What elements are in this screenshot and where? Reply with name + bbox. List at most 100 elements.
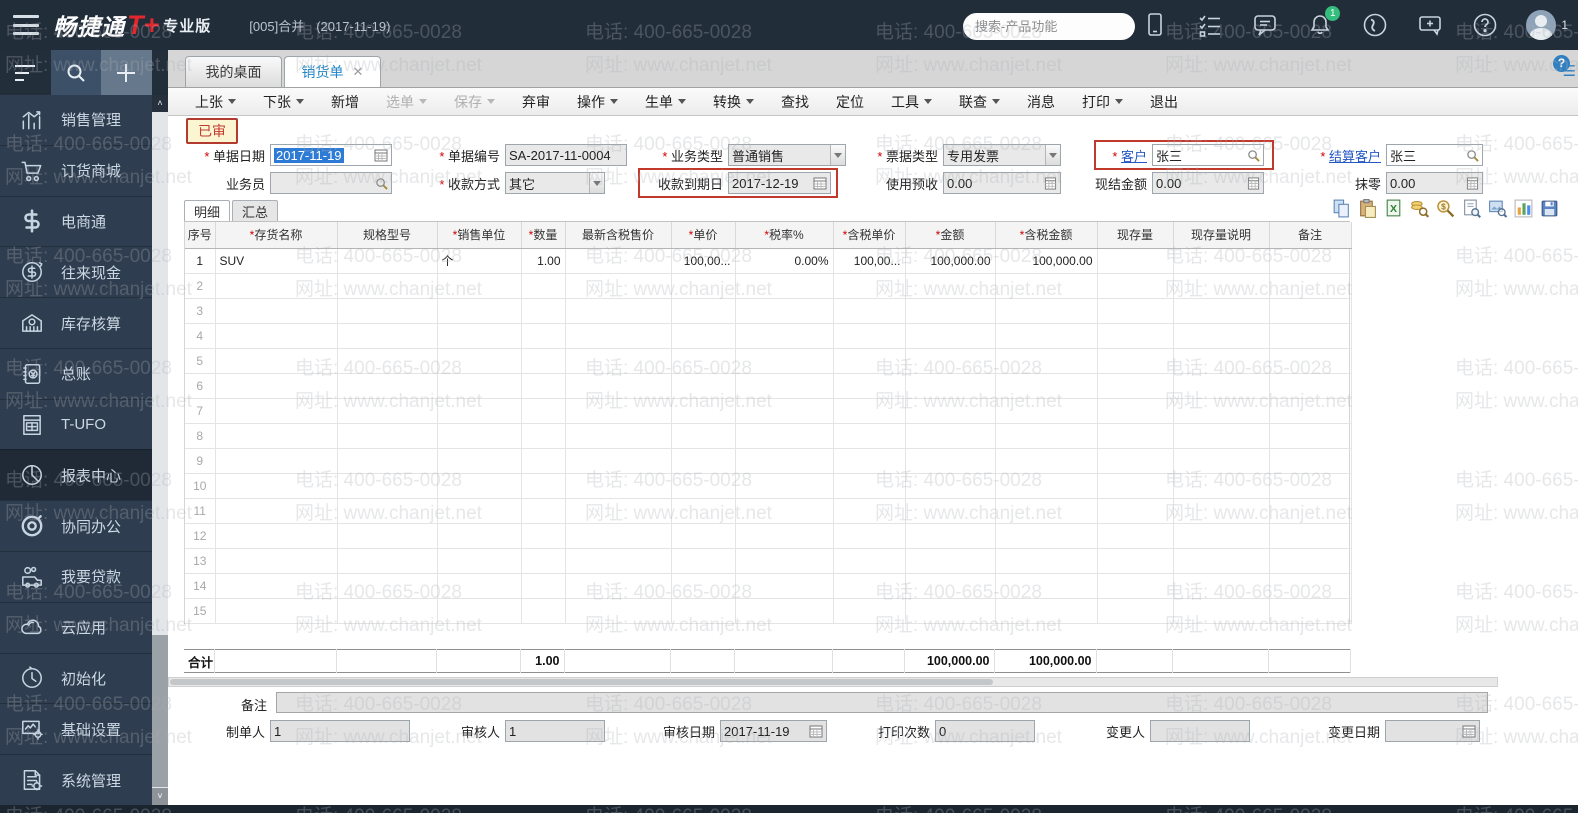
grid-cell[interactable]: 0.00% xyxy=(735,248,834,274)
grid-cell[interactable] xyxy=(1097,248,1174,274)
copy-icon[interactable] xyxy=(1331,198,1352,219)
grid-empty-row[interactable]: 12 xyxy=(185,523,1352,549)
grid-empty-row[interactable]: 9 xyxy=(185,448,1352,474)
sidebar-add-icon[interactable] xyxy=(101,50,152,95)
cash-settle-input[interactable]: 0.00 xyxy=(1152,172,1264,194)
lookup-icon[interactable] xyxy=(375,177,388,190)
footer-field-input[interactable]: 2017-11-19 xyxy=(720,720,827,742)
sidebar-item-12[interactable]: 初始化 xyxy=(0,652,152,704)
toolbar-item[interactable]: 消息 xyxy=(1027,92,1055,112)
toolbar-item[interactable]: 定位 xyxy=(836,92,864,112)
sidebar-item-13[interactable]: 基础设置 xyxy=(0,703,152,754)
sidebar-item-10[interactable]: 我要贷款 xyxy=(0,551,152,602)
tab-sales-order[interactable]: 销货单 ✕ xyxy=(284,56,381,87)
grid-empty-row[interactable]: 14 xyxy=(185,573,1352,599)
grid-empty-row[interactable]: 11 xyxy=(185,498,1352,524)
grid-cell[interactable]: 100,00... xyxy=(671,248,736,274)
toolbar-item[interactable]: 生单 xyxy=(645,92,686,112)
sidebar-item-8[interactable]: 报表中心 xyxy=(0,449,168,501)
grid-tab-明细[interactable]: 明细 xyxy=(184,200,231,221)
grid-cell[interactable]: SUV xyxy=(215,248,338,274)
grid-empty-row[interactable]: 6 xyxy=(185,373,1352,399)
toolbar-item[interactable]: 弃审 xyxy=(522,92,550,112)
tab-my-desktop[interactable]: 我的桌面 xyxy=(185,56,282,87)
customer-input[interactable]: 张三 xyxy=(1152,144,1264,166)
grid-cell[interactable]: 个 xyxy=(437,248,522,274)
remark-input[interactable] xyxy=(276,692,1488,713)
mobile-app-icon[interactable] xyxy=(1141,11,1169,39)
sidebar-item-1[interactable]: 销售管理 xyxy=(0,95,152,145)
invoice-type-select[interactable]: 专用发票 xyxy=(943,144,1061,166)
export-excel-icon[interactable]: X xyxy=(1383,198,1404,219)
grid-data-row[interactable]: 1 SUV 个 1.00 100,00... 0.00% 100,00... 100,000.… xyxy=(185,248,1352,274)
settle-customer-label[interactable]: 结算客户 xyxy=(1308,146,1386,165)
toolbar-item[interactable]: 下张 xyxy=(263,92,304,112)
scroll-up-arrow[interactable]: ˄ xyxy=(152,95,168,112)
main-menu-icon[interactable] xyxy=(13,15,39,35)
calendar-icon[interactable] xyxy=(1462,724,1476,738)
settle-customer-input[interactable]: 张三 xyxy=(1386,144,1483,166)
sidebar-item-11[interactable]: 云应用 xyxy=(0,601,152,653)
toolbar-item[interactable]: 上张 xyxy=(195,92,236,112)
footer-field-input[interactable] xyxy=(1150,720,1250,742)
doc-no-input[interactable]: SA-2017-11-0004 xyxy=(505,144,627,166)
dropdown-arrow-icon[interactable] xyxy=(589,173,604,193)
toolbar-item[interactable]: 操作 xyxy=(577,92,618,112)
grid-empty-row[interactable]: 10 xyxy=(185,473,1352,499)
toolbar-item[interactable]: 新增 xyxy=(331,92,359,112)
grid-tab-汇总[interactable]: 汇总 xyxy=(232,200,279,221)
product-search-box[interactable] xyxy=(963,13,1151,40)
price-lookup-icon[interactable] xyxy=(1409,198,1430,219)
toolbar-item[interactable]: 打印 xyxy=(1082,92,1123,112)
toolbar-item[interactable]: 工具 xyxy=(891,92,932,112)
grid-empty-row[interactable]: 8 xyxy=(185,423,1352,449)
salesman-input[interactable] xyxy=(270,172,392,194)
grid-cell[interactable]: 100,000.00 xyxy=(905,248,996,274)
lookup-icon[interactable] xyxy=(1247,149,1260,162)
grid-cell[interactable] xyxy=(337,248,438,274)
feedback-icon[interactable] xyxy=(1416,11,1444,39)
customer-label[interactable]: 客户 xyxy=(1100,146,1152,165)
grid-cell[interactable]: 100,000.00 xyxy=(995,248,1098,274)
calendar-icon[interactable] xyxy=(809,724,823,738)
sidebar-item-7[interactable]: T-UFO xyxy=(0,398,152,450)
image-preview-icon[interactable] xyxy=(1487,198,1508,219)
tab-close-icon[interactable]: ✕ xyxy=(353,64,364,80)
footer-field-input[interactable]: 0 xyxy=(935,720,1035,742)
toolbar-item[interactable]: 联查 xyxy=(959,92,1000,112)
grid-empty-row[interactable]: 7 xyxy=(185,398,1352,424)
sidebar-item-2[interactable]: 订货商城 xyxy=(0,144,152,196)
footer-field-input[interactable] xyxy=(1385,720,1480,742)
calculator-icon[interactable] xyxy=(1466,176,1479,190)
sidebar-item-3[interactable]: 电商通 xyxy=(0,195,152,247)
grid-empty-row[interactable]: 2 xyxy=(185,273,1352,299)
grid-cell[interactable]: 100,00... xyxy=(833,248,906,274)
grid-empty-row[interactable]: 15 xyxy=(185,598,1352,624)
grid-cell[interactable] xyxy=(1173,248,1270,274)
grid-cell[interactable]: 1 xyxy=(185,248,216,274)
amount-lookup-icon[interactable]: $ xyxy=(1435,198,1456,219)
toolbar-item[interactable]: 退出 xyxy=(1150,92,1178,112)
rounding-input[interactable]: 0.00 xyxy=(1386,172,1483,194)
grid-cell[interactable] xyxy=(1269,248,1352,274)
hscroll-thumb[interactable] xyxy=(170,679,994,685)
document-preview-icon[interactable] xyxy=(1461,198,1482,219)
grid-empty-row[interactable]: 5 xyxy=(185,348,1352,374)
message-icon[interactable] xyxy=(1251,11,1279,39)
toolbar-item[interactable]: 转换 xyxy=(713,92,754,112)
biz-type-select[interactable]: 普通销售 xyxy=(728,144,846,166)
notification-bell-icon[interactable]: 1 xyxy=(1306,6,1341,39)
calculator-icon[interactable] xyxy=(1247,176,1260,190)
scroll-down-arrow[interactable]: ˅ xyxy=(152,788,168,805)
filter-menu-icon[interactable] xyxy=(0,50,51,95)
footer-field-input[interactable]: 1 xyxy=(505,720,605,742)
sidebar-item-4[interactable]: 往来现金 xyxy=(0,246,152,297)
calculator-icon[interactable] xyxy=(1044,176,1057,190)
footer-field-input[interactable]: 1 xyxy=(270,720,410,742)
service-phone-icon[interactable] xyxy=(1361,11,1389,39)
sidebar-search-icon[interactable] xyxy=(50,50,102,95)
calendar-icon[interactable] xyxy=(813,176,827,190)
task-list-icon[interactable] xyxy=(1196,11,1224,39)
grid-cell[interactable]: 1.00 xyxy=(521,248,566,274)
dropdown-arrow-icon[interactable] xyxy=(1045,145,1060,165)
